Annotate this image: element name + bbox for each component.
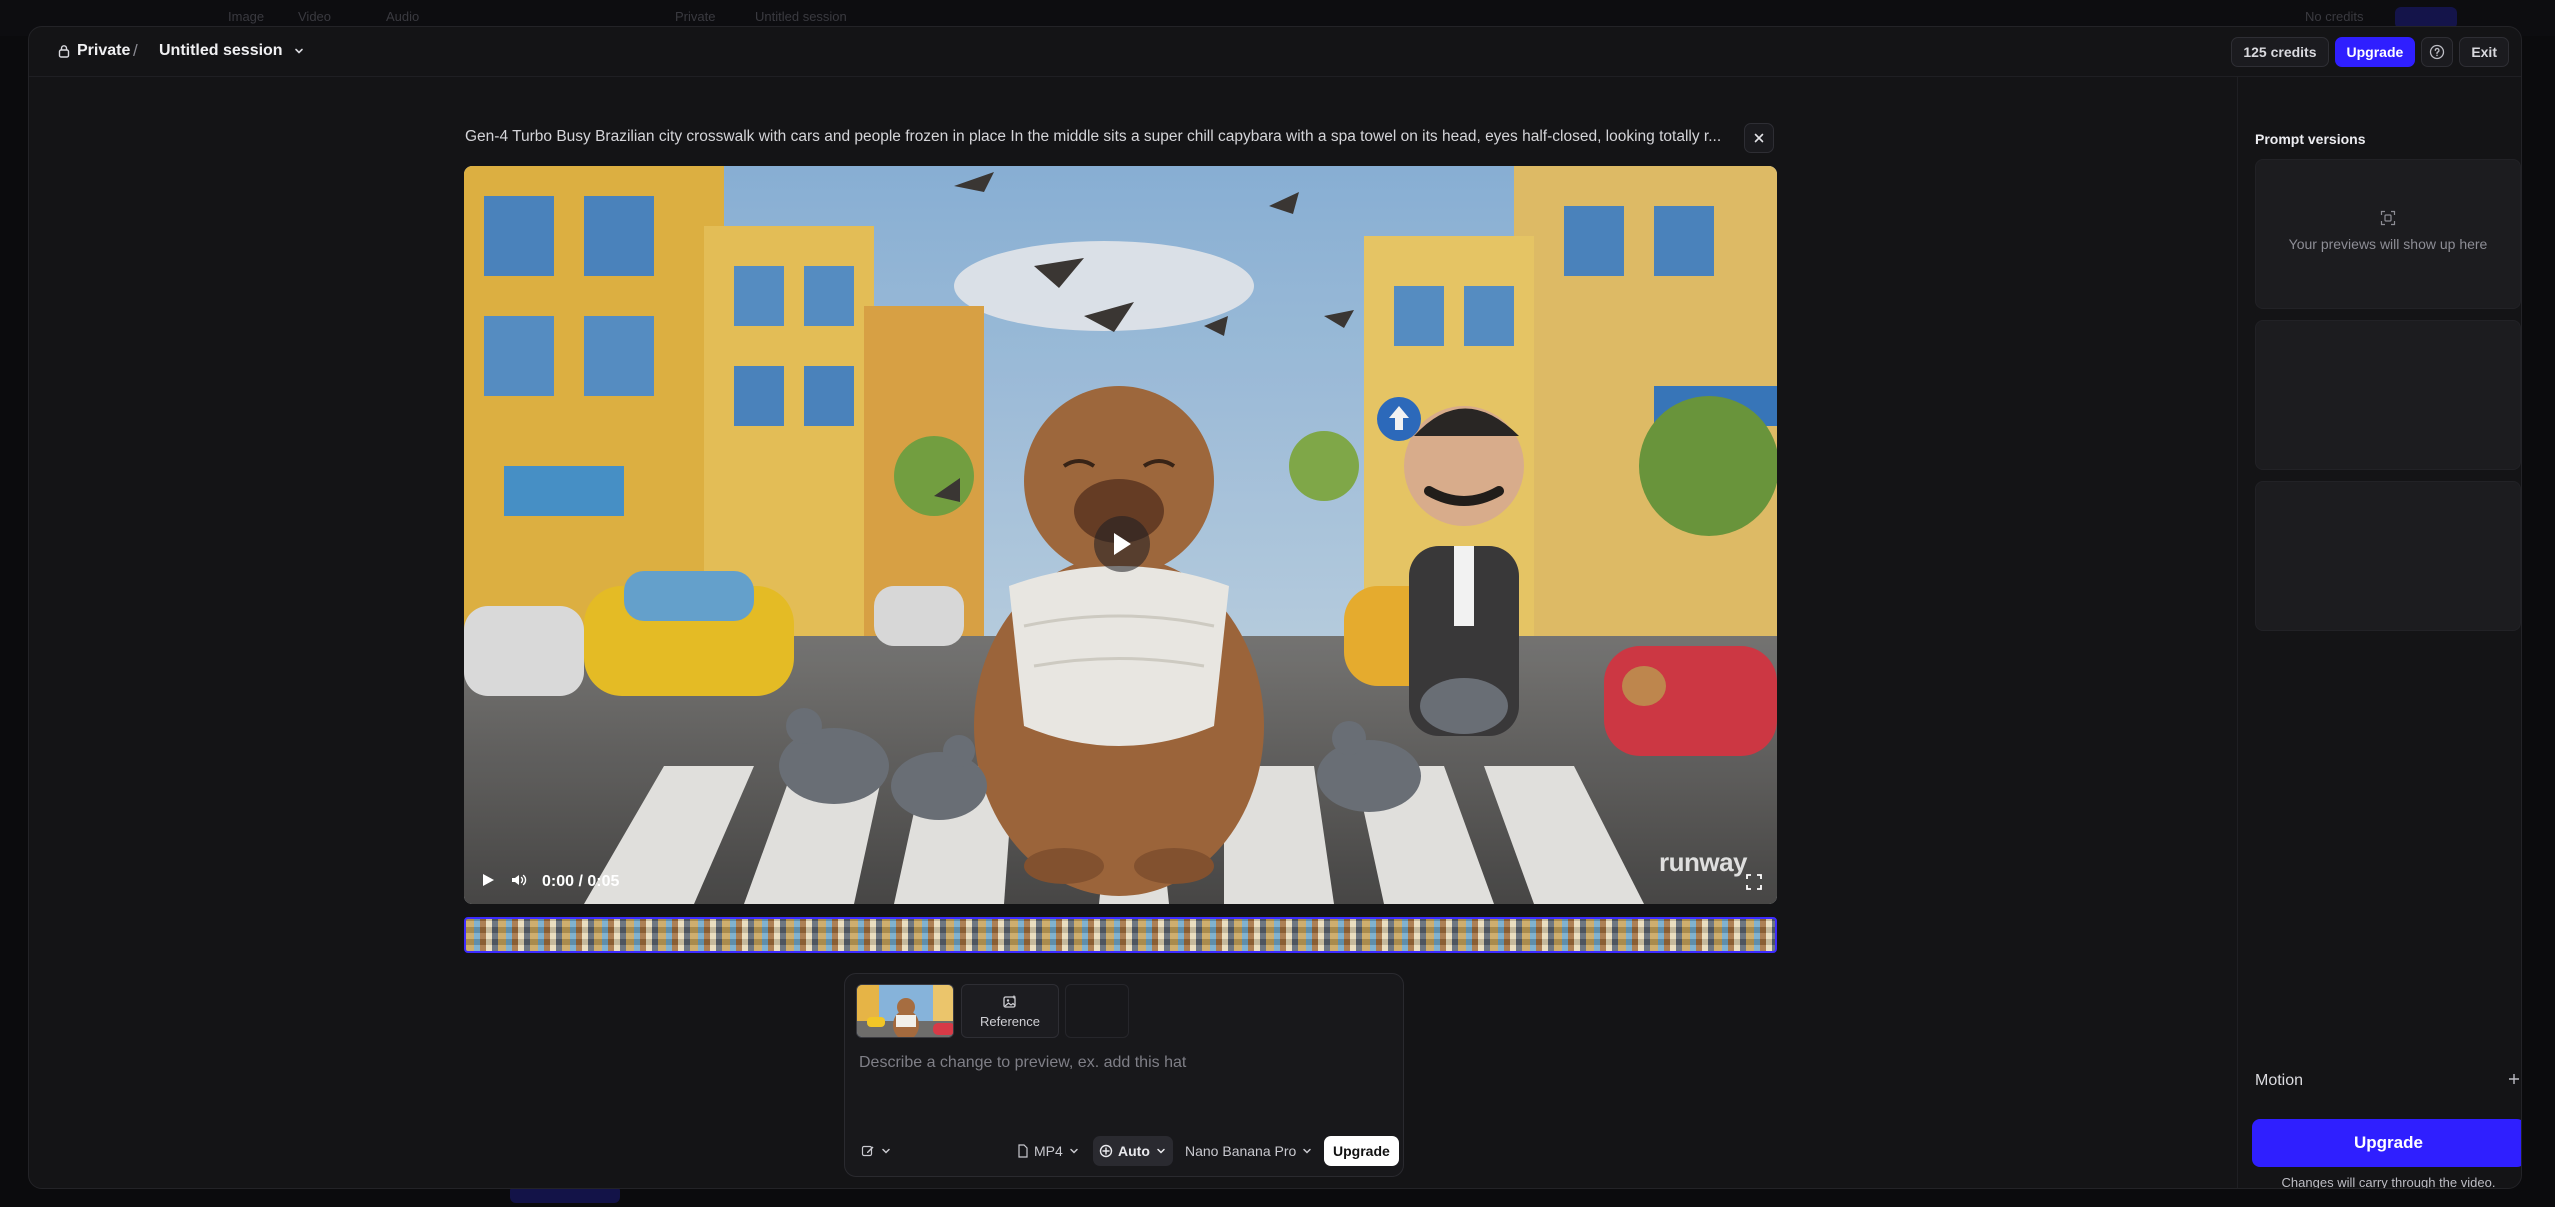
video-player[interactable]: runway 0:00 / 0:05 bbox=[464, 166, 1777, 904]
edit-composer: Reference MP4 Auto Nano Banana Pro bbox=[844, 973, 1404, 1177]
help-circle-icon bbox=[2430, 44, 2445, 60]
chevron-down-icon bbox=[882, 1148, 890, 1154]
format-dropdown[interactable]: MP4 bbox=[1011, 1136, 1086, 1166]
session-name-dropdown[interactable]: Untitled session bbox=[159, 42, 305, 60]
visibility-label: Private bbox=[77, 42, 131, 59]
header-actions: 125 credits Upgrade Exit bbox=[2231, 37, 2509, 67]
edit-mode-dropdown[interactable] bbox=[855, 1136, 898, 1166]
panel-upgrade-button[interactable]: Upgrade bbox=[2252, 1119, 2521, 1167]
panel-note: Changes will carry through the video. bbox=[2281, 1175, 2496, 1189]
composer-upgrade-button[interactable]: Upgrade bbox=[1324, 1136, 1399, 1166]
prompt-version-card bbox=[2255, 320, 2521, 470]
video-time: 0:00 / 0:05 bbox=[542, 873, 620, 890]
chevron-down-icon bbox=[1070, 1148, 1078, 1154]
thumbnail-image bbox=[857, 985, 953, 1037]
format-label: MP4 bbox=[1034, 1143, 1063, 1159]
video-controls: 0:00 / 0:05 bbox=[464, 860, 1777, 904]
volume-button[interactable] bbox=[510, 872, 528, 893]
credits-badge[interactable]: 125 credits bbox=[2231, 37, 2329, 67]
reference-button[interactable]: Reference bbox=[961, 984, 1059, 1038]
model-dropdown[interactable]: Nano Banana Pro bbox=[1179, 1136, 1319, 1166]
lock-icon bbox=[58, 45, 70, 58]
video-prompt-text: Gen-4 Turbo Busy Brazilian city crosswal… bbox=[465, 128, 1722, 145]
session-modal: Private / Untitled session 125 credits U… bbox=[28, 26, 2522, 1189]
previews-empty-text: Your previews will show up here bbox=[2288, 236, 2488, 252]
play-overlay-button[interactable] bbox=[1094, 516, 1150, 572]
volume-icon bbox=[512, 874, 527, 885]
video-thumbnail[interactable] bbox=[856, 984, 954, 1038]
bg-crumb-session: Untitled session bbox=[755, 9, 847, 24]
bg-tab-video: Video bbox=[298, 9, 332, 24]
video-timeline-filmstrip[interactable] bbox=[464, 917, 1777, 953]
motion-label: Motion bbox=[2255, 1072, 2304, 1089]
play-icon bbox=[483, 873, 494, 886]
modal-header: Private / Untitled session 125 credits U… bbox=[29, 27, 2521, 77]
prompt-version-card bbox=[2255, 481, 2521, 631]
chevron-down-icon bbox=[1303, 1148, 1312, 1154]
session-name: Untitled session bbox=[159, 42, 283, 59]
image-add-icon bbox=[1003, 995, 1016, 1008]
mode-label: Auto bbox=[1118, 1143, 1150, 1159]
exit-button[interactable]: Exit bbox=[2459, 37, 2509, 67]
fullscreen-icon bbox=[1746, 874, 1762, 890]
reference-label: Reference bbox=[980, 1013, 1040, 1029]
header-upgrade-button[interactable]: Upgrade bbox=[2334, 37, 2416, 67]
auto-icon bbox=[1099, 1144, 1113, 1158]
change-prompt-input[interactable] bbox=[859, 1054, 1389, 1072]
chevron-down-icon bbox=[1157, 1148, 1165, 1154]
fullscreen-button[interactable] bbox=[1745, 873, 1763, 891]
prompt-version-card: Your previews will show up here bbox=[2255, 159, 2521, 309]
composer-toolbar: MP4 Auto Nano Banana Pro Upgrade bbox=[845, 1136, 1403, 1166]
close-icon bbox=[1754, 133, 1764, 143]
empty-reference-slot[interactable] bbox=[1065, 984, 1129, 1038]
play-button[interactable] bbox=[480, 872, 496, 893]
model-label: Nano Banana Pro bbox=[1185, 1143, 1297, 1159]
chevron-down-icon bbox=[294, 48, 303, 54]
prompt-versions-panel: Prompt versions Your previews will show … bbox=[2237, 77, 2521, 1189]
previews-empty-state: Your previews will show up here bbox=[2256, 210, 2520, 252]
breadcrumb-separator: / bbox=[133, 41, 138, 60]
mode-dropdown[interactable]: Auto bbox=[1093, 1136, 1173, 1166]
panel-title: Prompt versions bbox=[2255, 131, 2366, 147]
bg-tab-audio: Audio bbox=[386, 9, 420, 24]
visibility-crumb[interactable]: Private bbox=[57, 42, 130, 60]
motion-section[interactable]: Motion bbox=[2255, 1072, 2521, 1090]
bg-tab-image: Image bbox=[228, 9, 265, 24]
help-button[interactable] bbox=[2421, 37, 2454, 67]
play-icon bbox=[1114, 533, 1131, 555]
preview-placeholder-icon bbox=[2380, 210, 2396, 226]
file-icon bbox=[1018, 1144, 1028, 1158]
plus-icon[interactable] bbox=[2507, 1072, 2521, 1086]
close-preview-button[interactable] bbox=[1744, 123, 1774, 153]
edit-icon bbox=[861, 1145, 874, 1157]
bg-crumb-private: Private bbox=[675, 9, 716, 24]
bg-credits: No credits bbox=[2305, 9, 2364, 24]
